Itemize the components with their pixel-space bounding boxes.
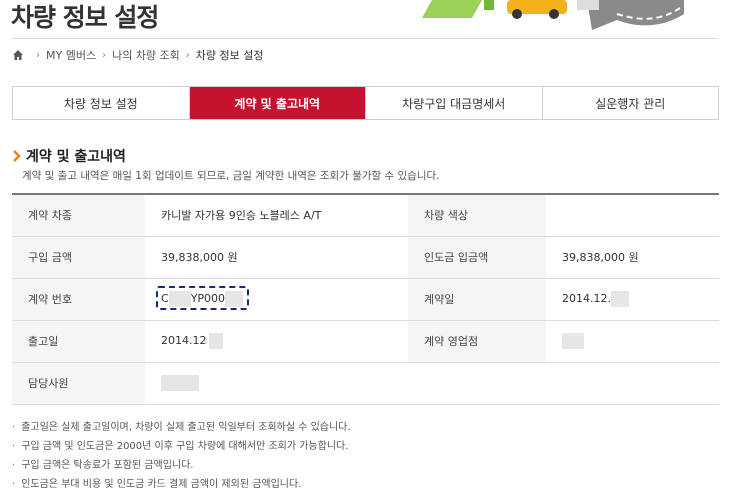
breadcrumb-separator: › — [185, 49, 190, 61]
list-item: 구입 금액은 탁송료가 포함된 금액입니다. — [12, 456, 351, 475]
contract-number-label: 계약 번호 — [12, 278, 145, 321]
redacted-block — [610, 291, 629, 307]
table-row: 계약 차종 카니발 자가용 9인승 노블레스 A/T 차량 색상 — [12, 194, 719, 237]
breadcrumb-item-current: 차량 정보 설정 — [195, 49, 264, 62]
contract-info-table: 계약 차종 카니발 자가용 9인승 노블레스 A/T 차량 색상 구입 금액 3… — [12, 193, 719, 405]
chevron-right-icon — [13, 150, 21, 162]
release-date-text: 2014.12 — [161, 334, 207, 347]
car-road-illustration — [422, 0, 684, 30]
list-item: 출고일은 실제 출고일이며, 차량이 실제 출고된 익일부터 조회하실 수 있습… — [12, 418, 350, 437]
tab-purchase-statement[interactable]: 차량구입 대금명세서 — [366, 87, 543, 119]
contract-date-label: 계약일 — [408, 278, 546, 321]
price-value: 39,838,000 원 — [145, 236, 408, 279]
table-row: 담당사원 — [12, 362, 719, 405]
page-title: 차량 정보 설정 — [11, 3, 159, 32]
contract-model-label: 계약 차종 — [12, 194, 145, 237]
table-row: 구입 금액 39,838,000 원 인도금 입금액 39,838,000 원 — [12, 236, 719, 279]
section-title: 계약 및 출고내역 — [26, 149, 126, 165]
home-icon[interactable] — [12, 49, 24, 61]
price-label: 구입 금액 — [12, 236, 145, 279]
list-item: 구입 금액 및 인도금은 2000년 이후 구입 차량에 대해서만 조회가 가능… — [12, 437, 351, 456]
breadcrumb-item-my-vehicle[interactable]: 나의 차량 조회 — [112, 47, 180, 63]
redacted-block — [208, 333, 223, 349]
breadcrumb: › MY 멤버스 › 나의 차량 조회 › 차량 정보 설정 — [12, 46, 264, 64]
color-value — [546, 194, 719, 237]
staff-label: 담당사원 — [12, 362, 145, 405]
title-divider — [12, 38, 718, 39]
breadcrumb-separator: › — [102, 49, 107, 61]
branch-label: 계약 영업점 — [408, 320, 546, 363]
release-date-value: 2014.12 — [145, 320, 408, 363]
color-label: 차량 색상 — [408, 194, 546, 237]
contract-date-value: 2014.12. — [546, 278, 719, 321]
redacted-block — [562, 333, 584, 349]
release-date-label: 출고일 — [12, 320, 145, 363]
notes-list: 출고일은 실제 출고일이며, 차량이 실제 출고된 익일부터 조회하실 수 있습… — [12, 418, 351, 494]
table-row: 출고일 2014.12 계약 영업점 — [12, 320, 719, 363]
contract-model-value: 카니발 자가용 9인승 노블레스 A/T — [145, 194, 408, 237]
tab-driver-management[interactable]: 실운행자 관리 — [542, 87, 718, 119]
breadcrumb-separator: › — [36, 49, 40, 61]
redacted-block — [161, 375, 199, 391]
staff-value — [145, 362, 719, 405]
tab-contract-history[interactable]: 계약 및 출고내역 — [189, 87, 366, 119]
delivery-payment-value: 39,838,000 원 — [546, 236, 719, 279]
list-item: 인도금은 부대 비용 및 인도금 카드 결제 금액이 제외된 금액입니다. — [12, 475, 351, 494]
table-row: 계약 번호 C YP000 계약일 2014.12. — [12, 278, 719, 321]
section-description: 계약 및 출고 내역은 매일 1회 업데이트 되므로, 금일 계약한 내역은 조… — [22, 170, 440, 182]
contract-date-text: 2014.12. — [562, 292, 611, 305]
tab-bar: 차량 정보 설정 계약 및 출고내역 차량구입 대금명세서 실운행자 관리 — [12, 86, 719, 120]
contract-number-highlight — [156, 286, 249, 310]
section-header: 계약 및 출고내역 — [12, 146, 126, 166]
delivery-payment-label: 인도금 입금액 — [408, 236, 546, 279]
tab-vehicle-settings[interactable]: 차량 정보 설정 — [13, 87, 190, 119]
breadcrumb-item-my-members[interactable]: MY 멤버스 — [46, 47, 96, 63]
branch-value — [546, 320, 719, 363]
